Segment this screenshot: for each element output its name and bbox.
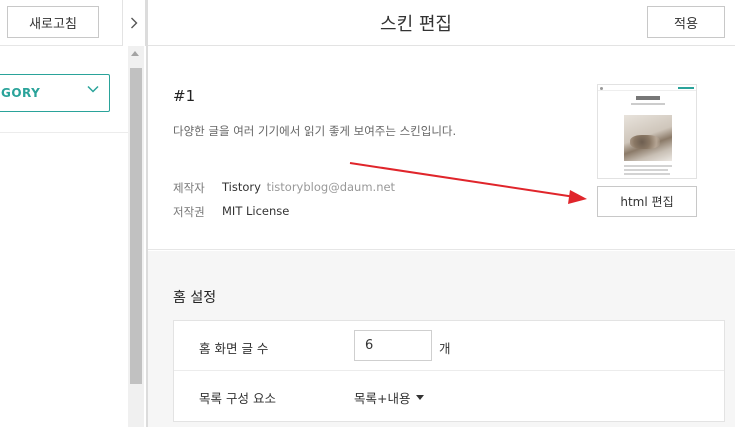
scroll-up-arrow-icon[interactable] xyxy=(131,51,139,56)
collapse-panel-button[interactable] xyxy=(122,0,146,46)
scrollbar[interactable] xyxy=(128,46,144,427)
header-bar: 스킨 편집 적용 xyxy=(148,0,735,46)
divider xyxy=(0,132,128,133)
maker-email: tistoryblog@daum.net xyxy=(266,180,396,194)
home-settings-section: 홈 설정 홈 화면 글 수 개 목록 구성 요소 목록+내용 xyxy=(148,251,735,427)
category-label: GORY xyxy=(1,86,41,100)
thumbnail-text-line xyxy=(624,173,670,175)
skin-settings-panel: 스킨 편집 적용 #1 다양한 글을 여러 기기에서 읽기 좋게 보여주는 스킨… xyxy=(148,0,735,427)
chevron-right-icon xyxy=(130,17,138,29)
thumbnail-menu xyxy=(678,87,694,89)
chevron-down-icon xyxy=(87,82,99,97)
skin-number: #1 xyxy=(173,87,196,105)
skin-description: 다양한 글을 여러 기기에서 읽기 좋게 보여주는 스킨입니다. xyxy=(173,124,457,138)
thumbnail-logo xyxy=(600,87,603,90)
post-count-input[interactable] xyxy=(354,330,432,361)
settings-box: 홈 화면 글 수 개 목록 구성 요소 목록+내용 xyxy=(173,320,725,422)
maker-label: 제작자 xyxy=(173,181,205,195)
scrollbar-thumb[interactable] xyxy=(130,68,142,384)
thumbnail-cat xyxy=(630,135,660,149)
section-title: 홈 설정 xyxy=(173,290,217,306)
setting-row-post-count: 홈 화면 글 수 개 xyxy=(174,321,724,371)
list-component-label: 목록 구성 요소 xyxy=(199,391,276,406)
maker-name: Tistory xyxy=(222,180,261,194)
thumbnail-text-line xyxy=(624,169,668,171)
maker-value: Tistory tistoryblog@daum.net xyxy=(222,180,395,194)
setting-row-list-component: 목록 구성 요소 목록+내용 xyxy=(174,371,724,421)
thumbnail-text-line xyxy=(624,165,672,167)
skin-info-section: #1 다양한 글을 여러 기기에서 읽기 좋게 보여주는 스킨입니다. 제작자 … xyxy=(148,47,735,250)
skin-thumbnail xyxy=(597,84,697,179)
license-value: MIT License xyxy=(222,204,290,218)
preview-pane: 새로고침 GORY xyxy=(0,0,128,427)
caret-down-icon xyxy=(416,395,425,400)
list-component-value: 목록+내용 xyxy=(354,391,411,406)
post-count-unit: 개 xyxy=(439,341,451,356)
page-title: 스킨 편집 xyxy=(380,14,452,35)
refresh-button[interactable]: 새로고침 xyxy=(7,6,99,38)
thumbnail-subtitle xyxy=(631,103,665,105)
license-label: 저작권 xyxy=(173,205,205,219)
skin-editor-screen: 새로고침 GORY 스킨 편집 적용 #1 다양한 글을 여러 기기에서 읽기 … xyxy=(0,0,735,427)
thumbnail-title xyxy=(636,96,660,100)
preview-toolbar: 새로고침 xyxy=(0,0,128,46)
html-edit-button[interactable]: html 편집 xyxy=(597,186,697,217)
post-count-label: 홈 화면 글 수 xyxy=(199,341,269,356)
list-component-select[interactable]: 목록+내용 xyxy=(354,388,425,407)
category-dropdown[interactable]: GORY xyxy=(0,74,110,112)
apply-button[interactable]: 적용 xyxy=(647,6,725,38)
